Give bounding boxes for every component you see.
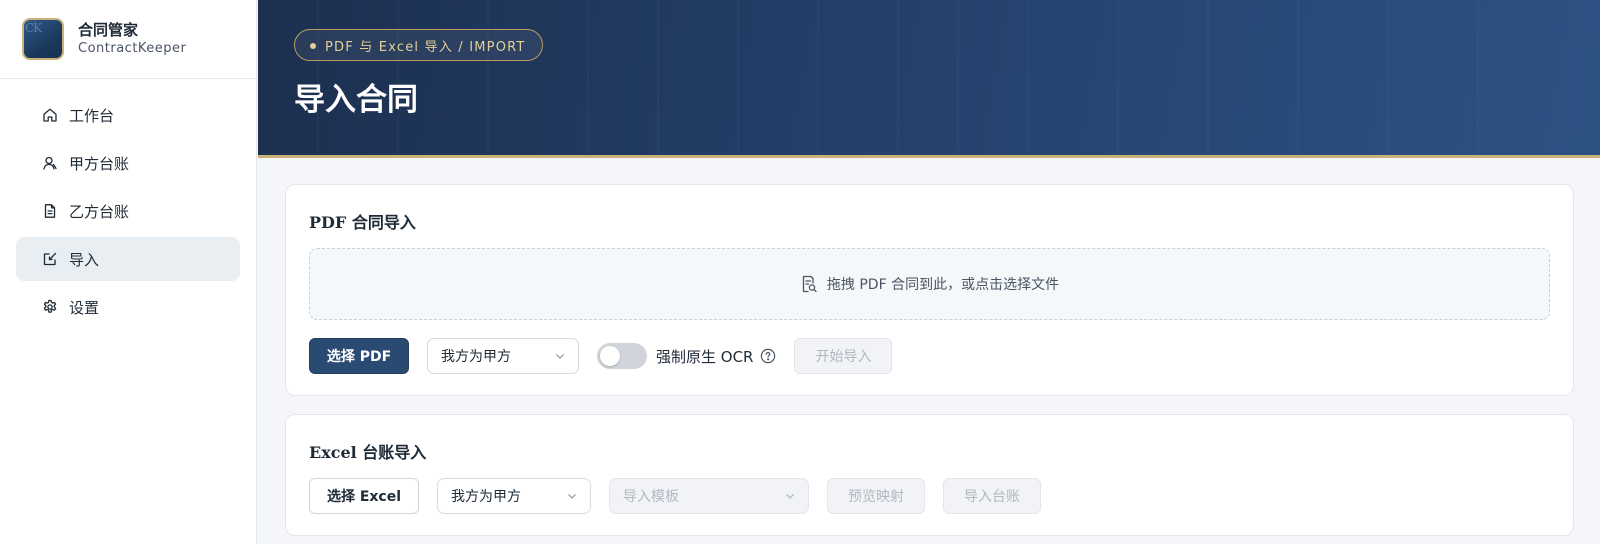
chevron-down-icon xyxy=(786,494,794,499)
sidebar-item-label: 工作台 xyxy=(69,106,115,125)
sidebar: CK 合同管家 ContractKeeper 工作台 甲方台账 乙方台账 导入 … xyxy=(0,0,257,544)
user-icon xyxy=(43,156,57,170)
pdf-actions: 选择 PDF 我方为甲方 强制原生 OCR 开始导入 xyxy=(309,338,910,374)
home-icon xyxy=(43,108,57,122)
brand-text: 合同管家 ContractKeeper xyxy=(78,21,186,58)
page-header: PDF 与 Excel 导入 / IMPORT 导入合同 xyxy=(258,0,1600,158)
gear-icon xyxy=(43,299,57,313)
pdf-party-select-value: 我方为甲方 xyxy=(441,349,511,365)
toggle-knob xyxy=(600,346,620,366)
pdf-dropzone[interactable]: 拖拽 PDF 合同到此，或点击选择文件 xyxy=(309,248,1550,320)
import-icon xyxy=(43,252,57,266)
sidebar-item-label: 甲方台账 xyxy=(69,154,130,173)
brand-title: 合同管家 xyxy=(78,20,139,39)
brand-subtitle: ContractKeeper xyxy=(78,40,187,56)
sidebar-item-settings[interactable]: 设置 xyxy=(16,285,240,329)
pdf-import-card: PDF 合同导入 拖拽 PDF 合同到此，或点击选择文件 选择 PDF 我方为甲… xyxy=(285,184,1574,396)
app-logo: CK xyxy=(22,18,64,60)
excel-import-title: Excel 台账导入 xyxy=(309,443,427,462)
pdf-party-select[interactable]: 我方为甲方 xyxy=(427,338,579,374)
sidebar-item-label: 设置 xyxy=(69,298,100,317)
sidebar-item-import[interactable]: 导入 xyxy=(16,237,240,281)
chevron-down-icon xyxy=(568,494,576,499)
dropzone-text: 拖拽 PDF 合同到此，或点击选择文件 xyxy=(826,277,1060,293)
select-excel-button[interactable]: 选择 Excel xyxy=(309,478,419,514)
excel-party-select-value: 我方为甲方 xyxy=(451,489,521,505)
excel-actions: 选择 Excel 我方为甲方 导入模板 预览映射 导入台账 xyxy=(309,478,1059,514)
import-template-select[interactable]: 导入模板 xyxy=(609,478,809,514)
select-pdf-button[interactable]: 选择 PDF xyxy=(309,338,409,374)
main-content: PDF 与 Excel 导入 / IMPORT 导入合同 PDF 合同导入 拖拽… xyxy=(258,0,1600,544)
ocr-toggle-label: 强制原生 OCR xyxy=(656,347,754,366)
sidebar-item-party-b[interactable]: 乙方台账 xyxy=(16,189,240,233)
file-search-icon xyxy=(802,275,817,293)
brand: CK 合同管家 ContractKeeper xyxy=(0,0,256,79)
import-ledger-button[interactable]: 导入台账 xyxy=(943,478,1041,514)
preview-mapping-button[interactable]: 预览映射 xyxy=(827,478,925,514)
help-icon[interactable] xyxy=(760,348,776,364)
sidebar-item-workbench[interactable]: 工作台 xyxy=(16,93,240,137)
chevron-down-icon xyxy=(556,354,564,359)
document-icon xyxy=(44,204,56,218)
ocr-toggle[interactable] xyxy=(597,343,647,369)
import-template-placeholder: 导入模板 xyxy=(623,489,679,505)
excel-party-select[interactable]: 我方为甲方 xyxy=(437,478,591,514)
sidebar-item-label: 导入 xyxy=(69,250,100,269)
page-title: 导入合同 xyxy=(294,82,418,118)
logo-text: CK xyxy=(25,21,42,35)
pdf-import-title: PDF 合同导入 xyxy=(309,213,416,232)
sidebar-item-party-a[interactable]: 甲方台账 xyxy=(16,141,240,185)
start-import-button[interactable]: 开始导入 xyxy=(794,338,893,374)
header-decoration xyxy=(317,0,1479,155)
excel-import-card: Excel 台账导入 选择 Excel 我方为甲方 导入模板 预览映射 导入台账 xyxy=(285,414,1574,536)
sidebar-item-label: 乙方台账 xyxy=(69,202,130,221)
header-badge: PDF 与 Excel 导入 / IMPORT xyxy=(294,29,543,61)
sidebar-nav: 工作台 甲方台账 乙方台账 导入 设置 xyxy=(0,79,256,329)
